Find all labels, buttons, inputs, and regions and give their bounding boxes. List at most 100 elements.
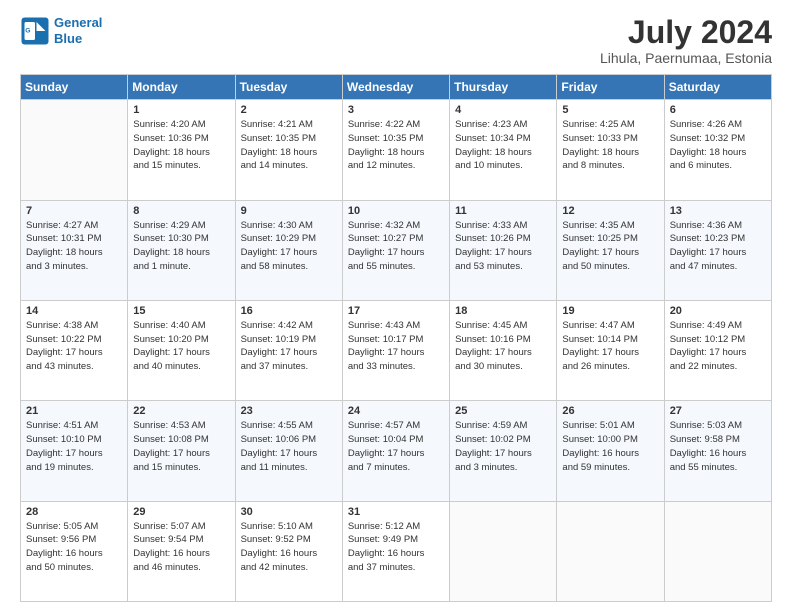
- day-number: 26: [562, 405, 658, 417]
- day-number: 11: [455, 205, 551, 217]
- calendar-cell: [450, 501, 557, 601]
- calendar-cell: 18 Sunrise: 4:45 AM Sunset: 10:16 PM Dayl…: [450, 300, 557, 400]
- calendar-cell: 29 Sunrise: 5:07 AM Sunset: 9:54 PM Dayli…: [128, 501, 235, 601]
- day-info: Sunrise: 5:05 AM Sunset: 9:56 PM Dayligh…: [26, 520, 122, 575]
- calendar-cell: 11 Sunrise: 4:33 AM Sunset: 10:26 PM Dayl…: [450, 200, 557, 300]
- calendar-cell: 27Sunrise: 5:03 AM Sunset: 9:58 PM Dayli…: [664, 401, 771, 501]
- calendar-cell: 3 Sunrise: 4:22 AM Sunset: 10:35 PM Dayli…: [342, 100, 449, 200]
- day-info: Sunrise: 4:26 AM Sunset: 10:32 PM Daylig…: [670, 118, 766, 173]
- calendar-cell: 25Sunrise: 4:59 AM Sunset: 10:02 PM Dayl…: [450, 401, 557, 501]
- calendar-cell: 8Sunrise: 4:29 AM Sunset: 10:30 PM Dayli…: [128, 200, 235, 300]
- day-number: 16: [241, 305, 337, 317]
- day-number: 18: [455, 305, 551, 317]
- weekday-header-friday: Friday: [557, 75, 664, 100]
- week-row-3: 14Sunrise: 4:38 AM Sunset: 10:22 PM Dayl…: [21, 300, 772, 400]
- calendar-cell: 9Sunrise: 4:30 AM Sunset: 10:29 PM Dayli…: [235, 200, 342, 300]
- day-info: Sunrise: 5:12 AM Sunset: 9:49 PM Dayligh…: [348, 520, 444, 575]
- weekday-header-thursday: Thursday: [450, 75, 557, 100]
- day-info: Sunrise: 5:01 AM Sunset: 10:00 PM Daylig…: [562, 419, 658, 474]
- day-number: 17: [348, 305, 444, 317]
- day-info: Sunrise: 4:53 AM Sunset: 10:08 PM Daylig…: [133, 419, 229, 474]
- day-number: 22: [133, 405, 229, 417]
- calendar-cell: 21 Sunrise: 4:51 AM Sunset: 10:10 PM Dayl…: [21, 401, 128, 501]
- calendar-cell: 28 Sunrise: 5:05 AM Sunset: 9:56 PM Dayli…: [21, 501, 128, 601]
- day-number: 3: [348, 104, 444, 116]
- day-number: 28: [26, 506, 122, 518]
- day-info: Sunrise: 5:03 AM Sunset: 9:58 PM Dayligh…: [670, 419, 766, 474]
- logo-line1: General: [54, 15, 102, 30]
- day-info: Sunrise: 4:22 AM Sunset: 10:35 PM Daylig…: [348, 118, 444, 173]
- week-row-4: 21 Sunrise: 4:51 AM Sunset: 10:10 PM Dayl…: [21, 401, 772, 501]
- day-info: Sunrise: 4:21 AM Sunset: 10:35 PM Daylig…: [241, 118, 337, 173]
- calendar-cell: 17 Sunrise: 4:43 AM Sunset: 10:17 PM Dayl…: [342, 300, 449, 400]
- day-info: Sunrise: 4:27 AM Sunset: 10:31 PM Daylig…: [26, 219, 122, 274]
- calendar-cell: [557, 501, 664, 601]
- day-info: Sunrise: 4:57 AM Sunset: 10:04 PM Daylig…: [348, 419, 444, 474]
- calendar-cell: [21, 100, 128, 200]
- calendar-cell: 16 Sunrise: 4:42 AM Sunset: 10:19 PM Dayl…: [235, 300, 342, 400]
- day-number: 20: [670, 305, 766, 317]
- weekday-header-monday: Monday: [128, 75, 235, 100]
- day-number: 30: [241, 506, 337, 518]
- calendar-cell: 2 Sunrise: 4:21 AM Sunset: 10:35 PM Dayli…: [235, 100, 342, 200]
- day-number: 7: [26, 205, 122, 217]
- day-info: Sunrise: 4:38 AM Sunset: 10:22 PM Daylig…: [26, 319, 122, 374]
- day-number: 1: [133, 104, 229, 116]
- day-info: Sunrise: 4:51 AM Sunset: 10:10 PM Daylig…: [26, 419, 122, 474]
- day-info: Sunrise: 4:42 AM Sunset: 10:19 PM Daylig…: [241, 319, 337, 374]
- week-row-2: 7 Sunrise: 4:27 AM Sunset: 10:31 PM Dayli…: [21, 200, 772, 300]
- day-info: Sunrise: 5:07 AM Sunset: 9:54 PM Dayligh…: [133, 520, 229, 575]
- day-info: Sunrise: 4:43 AM Sunset: 10:17 PM Daylig…: [348, 319, 444, 374]
- day-info: Sunrise: 5:10 AM Sunset: 9:52 PM Dayligh…: [241, 520, 337, 575]
- header-row: SundayMondayTuesdayWednesdayThursdayFrid…: [21, 75, 772, 100]
- header: G General Blue July 2024 Lihula, Paernum…: [20, 15, 772, 66]
- weekday-header-sunday: Sunday: [21, 75, 128, 100]
- day-number: 5: [562, 104, 658, 116]
- day-number: 24: [348, 405, 444, 417]
- week-row-5: 28 Sunrise: 5:05 AM Sunset: 9:56 PM Dayli…: [21, 501, 772, 601]
- week-row-1: 1 Sunrise: 4:20 AM Sunset: 10:36 PM Dayli…: [21, 100, 772, 200]
- calendar-cell: 26 Sunrise: 5:01 AM Sunset: 10:00 PM Dayl…: [557, 401, 664, 501]
- logo-text: General Blue: [54, 15, 102, 46]
- logo-icon: G: [20, 16, 50, 46]
- day-number: 25: [455, 405, 551, 417]
- day-info: Sunrise: 4:55 AM Sunset: 10:06 PM Daylig…: [241, 419, 337, 474]
- day-info: Sunrise: 4:32 AM Sunset: 10:27 PM Daylig…: [348, 219, 444, 274]
- day-number: 13: [670, 205, 766, 217]
- calendar-cell: 6 Sunrise: 4:26 AM Sunset: 10:32 PM Dayli…: [664, 100, 771, 200]
- day-info: Sunrise: 4:20 AM Sunset: 10:36 PM Daylig…: [133, 118, 229, 173]
- calendar-table: SundayMondayTuesdayWednesdayThursdayFrid…: [20, 74, 772, 602]
- logo-line2: Blue: [54, 31, 82, 46]
- calendar-cell: 24 Sunrise: 4:57 AM Sunset: 10:04 PM Dayl…: [342, 401, 449, 501]
- main-title: July 2024: [600, 15, 772, 50]
- day-number: 21: [26, 405, 122, 417]
- calendar-cell: 30 Sunrise: 5:10 AM Sunset: 9:52 PM Dayli…: [235, 501, 342, 601]
- calendar-cell: 23 Sunrise: 4:55 AM Sunset: 10:06 PM Dayl…: [235, 401, 342, 501]
- day-info: Sunrise: 4:33 AM Sunset: 10:26 PM Daylig…: [455, 219, 551, 274]
- calendar-cell: 31 Sunrise: 5:12 AM Sunset: 9:49 PM Dayli…: [342, 501, 449, 601]
- day-number: 12: [562, 205, 658, 217]
- calendar-cell: 22 Sunrise: 4:53 AM Sunset: 10:08 PM Dayl…: [128, 401, 235, 501]
- page: G General Blue July 2024 Lihula, Paernum…: [0, 0, 792, 612]
- calendar-cell: 20Sunrise: 4:49 AM Sunset: 10:12 PM Dayl…: [664, 300, 771, 400]
- weekday-header-tuesday: Tuesday: [235, 75, 342, 100]
- calendar-cell: 15Sunrise: 4:40 AM Sunset: 10:20 PM Dayl…: [128, 300, 235, 400]
- day-number: 29: [133, 506, 229, 518]
- day-number: 19: [562, 305, 658, 317]
- day-number: 6: [670, 104, 766, 116]
- calendar-cell: 5 Sunrise: 4:25 AM Sunset: 10:33 PM Dayli…: [557, 100, 664, 200]
- day-number: 31: [348, 506, 444, 518]
- day-number: 23: [241, 405, 337, 417]
- calendar-cell: 1 Sunrise: 4:20 AM Sunset: 10:36 PM Dayli…: [128, 100, 235, 200]
- logo: G General Blue: [20, 15, 102, 46]
- day-info: Sunrise: 4:36 AM Sunset: 10:23 PM Daylig…: [670, 219, 766, 274]
- day-info: Sunrise: 4:47 AM Sunset: 10:14 PM Daylig…: [562, 319, 658, 374]
- day-info: Sunrise: 4:45 AM Sunset: 10:16 PM Daylig…: [455, 319, 551, 374]
- weekday-header-saturday: Saturday: [664, 75, 771, 100]
- calendar-cell: 12 Sunrise: 4:35 AM Sunset: 10:25 PM Dayl…: [557, 200, 664, 300]
- day-info: Sunrise: 4:25 AM Sunset: 10:33 PM Daylig…: [562, 118, 658, 173]
- subtitle: Lihula, Paernumaa, Estonia: [600, 50, 772, 66]
- day-info: Sunrise: 4:35 AM Sunset: 10:25 PM Daylig…: [562, 219, 658, 274]
- day-info: Sunrise: 4:40 AM Sunset: 10:20 PM Daylig…: [133, 319, 229, 374]
- day-number: 2: [241, 104, 337, 116]
